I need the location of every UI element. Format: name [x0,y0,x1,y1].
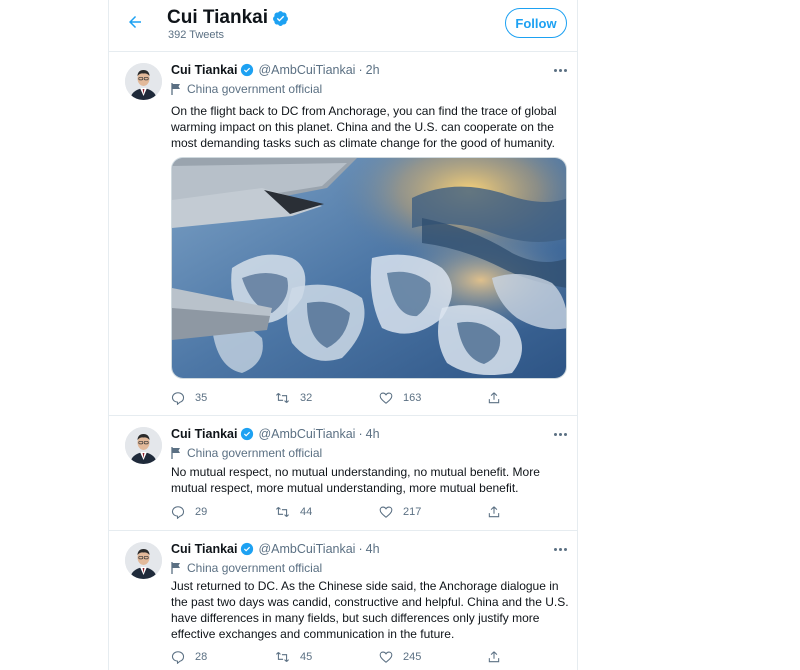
verified-icon [240,63,254,77]
profile-header: Cui Tiankai 392 Tweets Follow [109,0,577,52]
tweet-meta: Cui Tiankai @AmbCuiTiankai · 4h [171,542,380,556]
tweet-actions: 35 32 163 [171,391,511,409]
heart-icon [379,651,393,663]
avatar[interactable] [125,427,162,464]
reply-button[interactable]: 28 [171,650,207,664]
share-button[interactable] [487,650,501,664]
tweet-meta: Cui Tiankai @AmbCuiTiankai · 4h [171,427,380,441]
government-label: China government official [171,561,322,575]
like-button[interactable]: 163 [379,391,421,405]
tweet[interactable]: Cui Tiankai @AmbCuiTiankai · 4h China go… [109,417,577,531]
retweet-button[interactable]: 32 [275,391,312,405]
follow-button[interactable]: Follow [505,8,567,38]
tweet[interactable]: Cui Tiankai @AmbCuiTiankai · 2h China go… [109,53,577,416]
government-label-text: China government official [187,446,323,460]
share-icon [488,651,500,663]
meta-separator: · [358,63,363,77]
retweet-icon [276,506,289,518]
retweet-icon [276,392,289,404]
government-label: China government official [171,82,322,96]
share-icon [488,506,500,518]
like-count: 163 [403,392,422,404]
author-name[interactable]: Cui Tiankai [171,63,237,77]
retweet-button[interactable]: 44 [275,505,312,519]
retweet-icon [276,651,289,663]
heart-icon [379,506,393,518]
reply-count: 29 [195,506,208,518]
verified-icon [240,542,254,556]
retweet-button[interactable]: 45 [275,650,312,664]
profile-name-row: Cui Tiankai [167,7,289,29]
reply-icon [171,392,185,405]
tweet-count: 392 Tweets [168,29,225,41]
reply-icon [171,651,185,664]
reply-button[interactable]: 35 [171,391,207,405]
retweet-count: 44 [300,506,313,518]
reply-count: 35 [195,392,208,404]
share-button[interactable] [487,505,501,519]
author-name[interactable]: Cui Tiankai [171,427,237,441]
government-label-text: China government official [187,82,323,96]
tweet-actions: 29 44 217 [171,505,511,523]
back-button[interactable] [123,10,147,34]
author-handle[interactable]: @AmbCuiTiankai [258,427,355,441]
profile-timeline: Cui Tiankai 392 Tweets Follow Cui Tianka… [108,0,578,670]
like-count: 217 [403,506,422,518]
reply-button[interactable]: 29 [171,505,207,519]
avatar[interactable] [125,63,162,100]
retweet-count: 32 [300,392,313,404]
tweet-text: No mutual respect, no mutual understandi… [171,465,540,495]
verified-icon [273,10,288,26]
like-count: 245 [403,651,422,663]
tweet-time[interactable]: 2h [366,63,380,77]
profile-name: Cui Tiankai [167,7,269,28]
author-handle[interactable]: @AmbCuiTiankai [258,63,355,77]
tweet-text: Just returned to DC. As the Chinese side… [171,579,569,641]
author-handle[interactable]: @AmbCuiTiankai [258,542,355,556]
flag-icon [171,562,180,574]
flag-icon [171,447,180,459]
retweet-count: 45 [300,651,313,663]
author-name[interactable]: Cui Tiankai [171,542,237,556]
government-label: China government official [171,446,322,460]
tweet-photo[interactable] [171,157,567,379]
avatar[interactable] [125,542,162,579]
share-button[interactable] [487,391,501,405]
like-button[interactable]: 217 [379,505,421,519]
share-icon [488,392,500,404]
heart-icon [379,392,393,404]
like-button[interactable]: 245 [379,650,421,664]
more-options-icon[interactable] [552,544,568,554]
verified-icon [240,427,254,441]
avatar-portrait [125,427,162,464]
meta-separator: · [358,542,363,556]
tweet-meta: Cui Tiankai @AmbCuiTiankai · 2h [171,63,380,77]
aerial-photo [172,158,566,378]
meta-separator: · [358,427,363,441]
flag-icon [171,83,180,95]
reply-icon [171,506,185,519]
tweet[interactable]: Cui Tiankai @AmbCuiTiankai · 4h China go… [109,532,577,670]
tweet-text: On the flight back to DC from Anchorage,… [171,104,557,150]
arrow-left-icon [129,16,141,28]
more-options-icon[interactable] [552,429,568,439]
tweet-time[interactable]: 4h [366,542,380,556]
reply-count: 28 [195,651,208,663]
tweet-time[interactable]: 4h [366,427,380,441]
tweet-actions: 28 45 245 [171,650,511,668]
avatar-portrait [125,542,162,579]
government-label-text: China government official [187,561,323,575]
avatar-portrait [125,63,162,100]
more-options-icon[interactable] [552,65,568,75]
